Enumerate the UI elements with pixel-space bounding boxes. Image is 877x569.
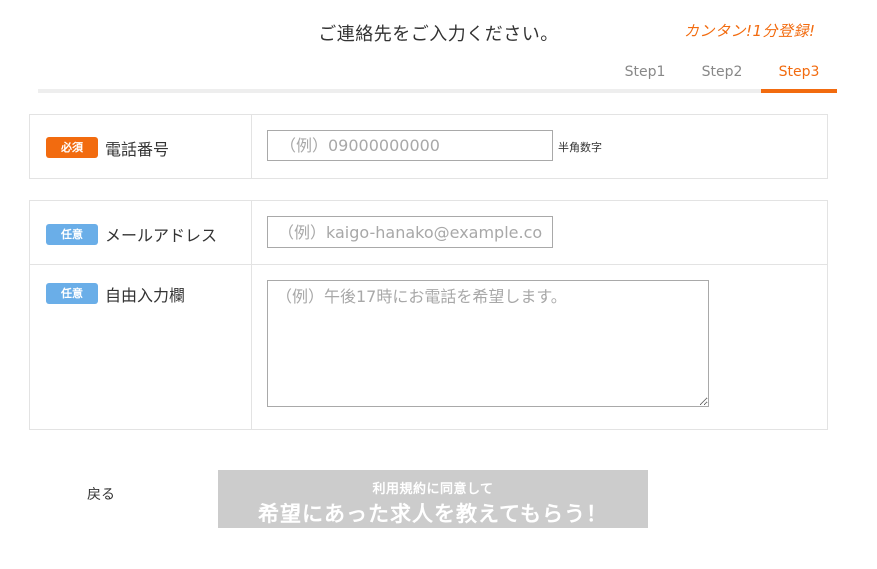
step-2: Step2 [701, 64, 743, 80]
free-text-textarea[interactable] [267, 280, 709, 407]
required-badge: 必須 [46, 137, 98, 158]
phone-value-cell: 半角数字 [252, 115, 827, 178]
email-input[interactable] [267, 216, 553, 248]
step-1: Step1 [624, 64, 666, 80]
phone-label: 電話番号 [105, 140, 170, 159]
phone-hint: 半角数字 [558, 141, 602, 154]
phone-section: 必須 電話番号 半角数字 [29, 114, 828, 179]
email-value-cell [252, 201, 827, 264]
step-active-indicator [761, 89, 837, 93]
promo-text: カンタン!1分登録! [684, 22, 816, 40]
step-indicator: Step1 Step2 Step3 [38, 55, 837, 93]
email-label: メールアドレス [105, 226, 218, 245]
email-row: 任意 メールアドレス [30, 201, 827, 265]
submit-button[interactable]: 利用規約に同意して 希望にあった求人を教えてもらう！ [218, 470, 648, 528]
submit-sub-label: 利用規約に同意して [372, 481, 494, 497]
email-label-cell: 任意 メールアドレス [30, 201, 252, 264]
optional-badge: 任意 [46, 283, 98, 304]
phone-row: 必須 電話番号 半角数字 [30, 115, 827, 178]
free-text-value-cell [252, 265, 827, 429]
optional-section: 任意 メールアドレス 任意 自由入力欄 [29, 200, 828, 430]
free-text-label: 自由入力欄 [105, 286, 186, 305]
back-link[interactable]: 戻る [87, 484, 115, 504]
submit-main-label: 希望にあった求人を教えてもらう！ [258, 501, 608, 526]
phone-label-cell: 必須 電話番号 [30, 115, 252, 178]
free-text-label-cell: 任意 自由入力欄 [30, 265, 252, 429]
phone-input[interactable] [267, 130, 553, 161]
step-track [38, 89, 837, 93]
optional-badge: 任意 [46, 224, 98, 245]
step-3: Step3 [778, 64, 820, 80]
free-text-row: 任意 自由入力欄 [30, 265, 827, 429]
